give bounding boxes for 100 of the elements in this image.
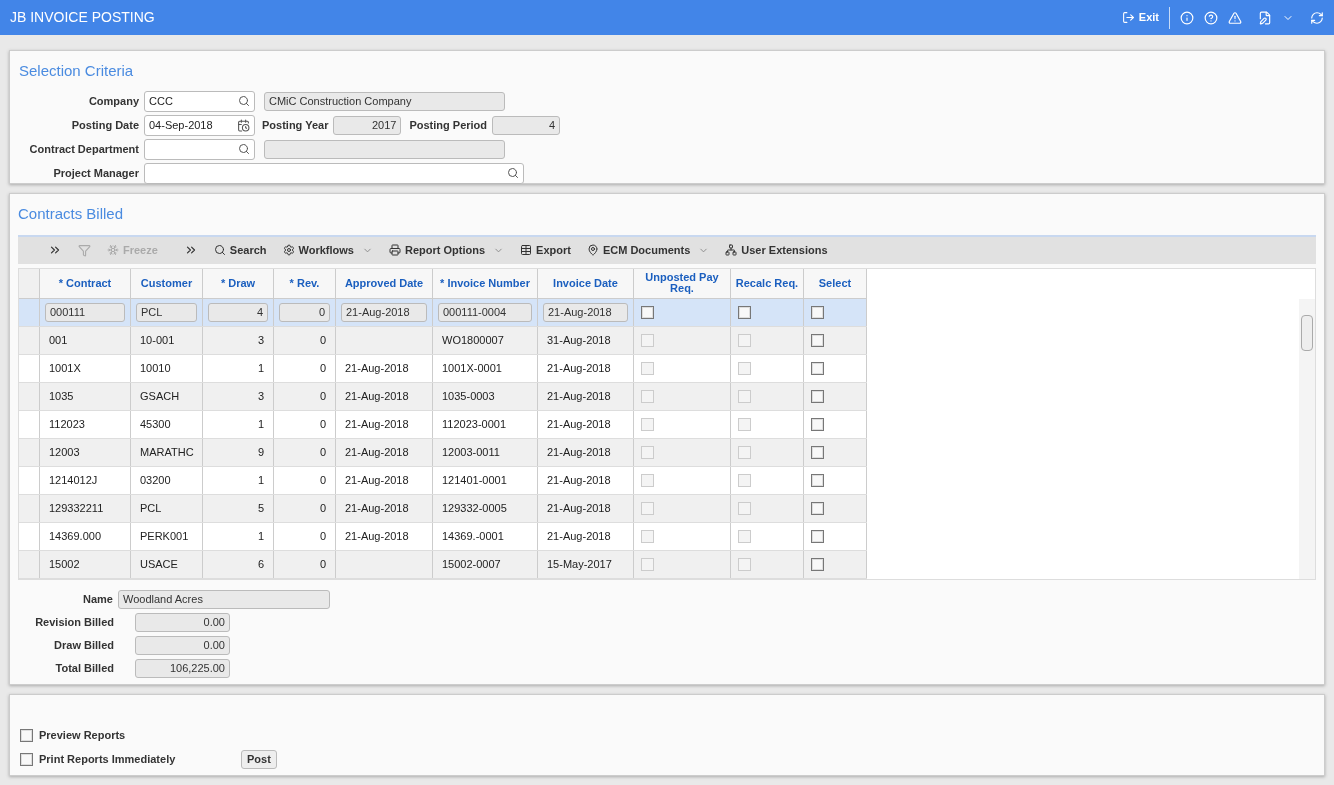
cell-input-field[interactable]: PCL — [136, 302, 197, 322]
table-cell: PERK001 — [131, 522, 203, 550]
info-icon[interactable] — [1180, 10, 1194, 25]
checkbox[interactable] — [20, 728, 33, 742]
table-row[interactable]: 1214012J 03200 1 0 21-Aug-2018 121401-0001 21-Aug-2018 — [19, 466, 867, 495]
field-label: Draw Billed — [53, 637, 114, 653]
table-row[interactable]: 1001X 10010 1 0 21-Aug-2018 1001X-0001 21-Aug-2018 — [19, 354, 867, 383]
toolbar-button[interactable]: User Extensions — [725, 241, 828, 259]
expand-icon[interactable] — [48, 243, 62, 257]
checkbox[interactable] — [641, 501, 654, 515]
table-row[interactable]: 15002 USACE 6 0 15002-0007 15-May-2017 — [19, 550, 867, 579]
toolbar-button[interactable]: Export — [520, 241, 571, 259]
search-icon[interactable] — [238, 95, 250, 107]
checkbox[interactable] — [738, 417, 751, 431]
checkbox[interactable] — [641, 389, 654, 403]
cell-input-field[interactable]: 0 — [279, 302, 330, 322]
help-icon[interactable] — [1204, 10, 1218, 25]
summary-field: 0.00 — [135, 635, 230, 655]
checkbox[interactable] — [811, 361, 824, 375]
table-cell: 10-001 — [131, 326, 203, 354]
checkbox[interactable] — [738, 501, 751, 515]
checkbox[interactable] — [811, 473, 824, 487]
table-cell: 1001X-0001 — [433, 354, 538, 382]
checkbox[interactable] — [738, 473, 751, 487]
table-cell: 129332211 — [40, 494, 131, 522]
column-header: * Rev. — [274, 268, 336, 298]
table-cell: 21-Aug-2018 — [336, 466, 433, 494]
checkbox[interactable] — [811, 529, 824, 543]
checkbox[interactable] — [811, 501, 824, 515]
field-label: Posting Year — [262, 117, 329, 133]
cell-input-field[interactable]: 000111-0004 — [438, 302, 532, 322]
toolbar-button[interactable]: Report Options — [389, 241, 486, 259]
checkbox[interactable] — [811, 389, 824, 403]
field-label: Name — [82, 591, 113, 607]
summary-field: 0.00 — [135, 612, 230, 632]
table-cell: 03200 — [131, 466, 203, 494]
table-cell: PCL — [131, 494, 203, 522]
table-row[interactable]: 12003 MARATHC 9 0 21-Aug-2018 12003-0011 21-Aug-2018 — [19, 438, 867, 467]
checkbox[interactable] — [738, 557, 751, 571]
table-row[interactable]: 000111 PCL 4 0 21-Aug-2018 000111-0004 21-Aug-2018 — [19, 298, 867, 327]
post-button[interactable]: Post — [241, 749, 277, 769]
checkbox[interactable] — [811, 417, 824, 431]
table-row[interactable]: 129332211 PCL 5 0 21-Aug-2018 129332-0005 21-Aug-2018 — [19, 494, 867, 523]
table-row[interactable]: 1035 GSACH 3 0 21-Aug-2018 1035-0003 21-Aug-2018 — [19, 382, 867, 411]
hierarchy-icon — [725, 244, 738, 256]
table-row[interactable]: 112023 45300 1 0 21-Aug-2018 112023-0001 21-Aug-2018 — [19, 410, 867, 439]
table-cell: 112023-0001 — [433, 410, 538, 438]
table-cell: 1035-0003 — [433, 382, 538, 410]
field-label: Company — [87, 93, 139, 109]
pin-icon — [586, 244, 599, 256]
checkbox[interactable] — [738, 529, 751, 543]
edit-icon[interactable] — [1258, 10, 1272, 25]
checkbox[interactable] — [738, 333, 751, 347]
project-manager-field[interactable] — [144, 162, 524, 184]
search-icon[interactable] — [507, 167, 519, 179]
exit-button[interactable]: Exit — [1121, 9, 1159, 26]
checkbox[interactable] — [641, 557, 654, 571]
cell-input-field[interactable]: 21-Aug-2018 — [341, 302, 427, 322]
column-header: Recalc Req. — [731, 268, 804, 298]
checkbox[interactable] — [811, 445, 824, 459]
cell-input-field[interactable]: 4 — [208, 302, 268, 322]
warning-icon[interactable] — [1228, 10, 1242, 25]
table-cell: 3 — [203, 382, 274, 410]
table-cell: 1 — [203, 522, 274, 550]
checkbox[interactable] — [738, 305, 751, 319]
table-row[interactable]: 001 10-001 3 0 WO1800007 31-Aug-2018 — [19, 326, 867, 355]
summary-field: 106,225.00 — [135, 658, 230, 678]
toolbar-button[interactable]: Workflows — [282, 241, 354, 259]
table-cell: 0 — [274, 382, 336, 410]
checkbox[interactable] — [738, 445, 751, 459]
checkbox[interactable] — [811, 557, 824, 571]
checkbox[interactable] — [738, 389, 751, 403]
date-field[interactable]: 04-Sep-2018 — [144, 114, 255, 136]
checkbox[interactable] — [641, 445, 654, 459]
calendar-icon[interactable] — [237, 118, 250, 132]
cell-input-field[interactable]: 21-Aug-2018 — [543, 302, 628, 322]
search-icon[interactable] — [238, 143, 250, 155]
column-header: Unposted Pay Req. — [634, 268, 731, 298]
section-heading: Contracts Billed — [18, 204, 125, 224]
checkbox[interactable] — [641, 529, 654, 543]
table-cell: 9 — [203, 438, 274, 466]
table-cell: 14369.-0001 — [433, 522, 538, 550]
checkbox[interactable] — [641, 305, 654, 319]
checkbox[interactable] — [641, 333, 654, 347]
scrollbar[interactable] — [1299, 298, 1315, 579]
checkbox[interactable] — [641, 417, 654, 431]
checkbox[interactable] — [641, 473, 654, 487]
checkbox[interactable] — [20, 752, 33, 766]
checkbox[interactable] — [811, 305, 824, 319]
refresh-icon[interactable] — [1310, 10, 1324, 25]
checkbox[interactable] — [738, 361, 751, 375]
table-cell: 21-Aug-2018 — [336, 522, 433, 550]
checkbox[interactable] — [641, 361, 654, 375]
table-row[interactable]: 14369.000 PERK001 1 0 21-Aug-2018 14369.-0001 21-Aug-2018 — [19, 522, 867, 551]
toolbar-button[interactable]: Search — [213, 241, 267, 259]
company-field[interactable]: CCC — [144, 90, 255, 112]
contract-department-field[interactable] — [144, 138, 255, 160]
checkbox[interactable] — [811, 333, 824, 347]
cell-input-field[interactable]: 000111 — [45, 302, 125, 322]
toolbar-button[interactable]: ECM Documents — [586, 241, 691, 259]
